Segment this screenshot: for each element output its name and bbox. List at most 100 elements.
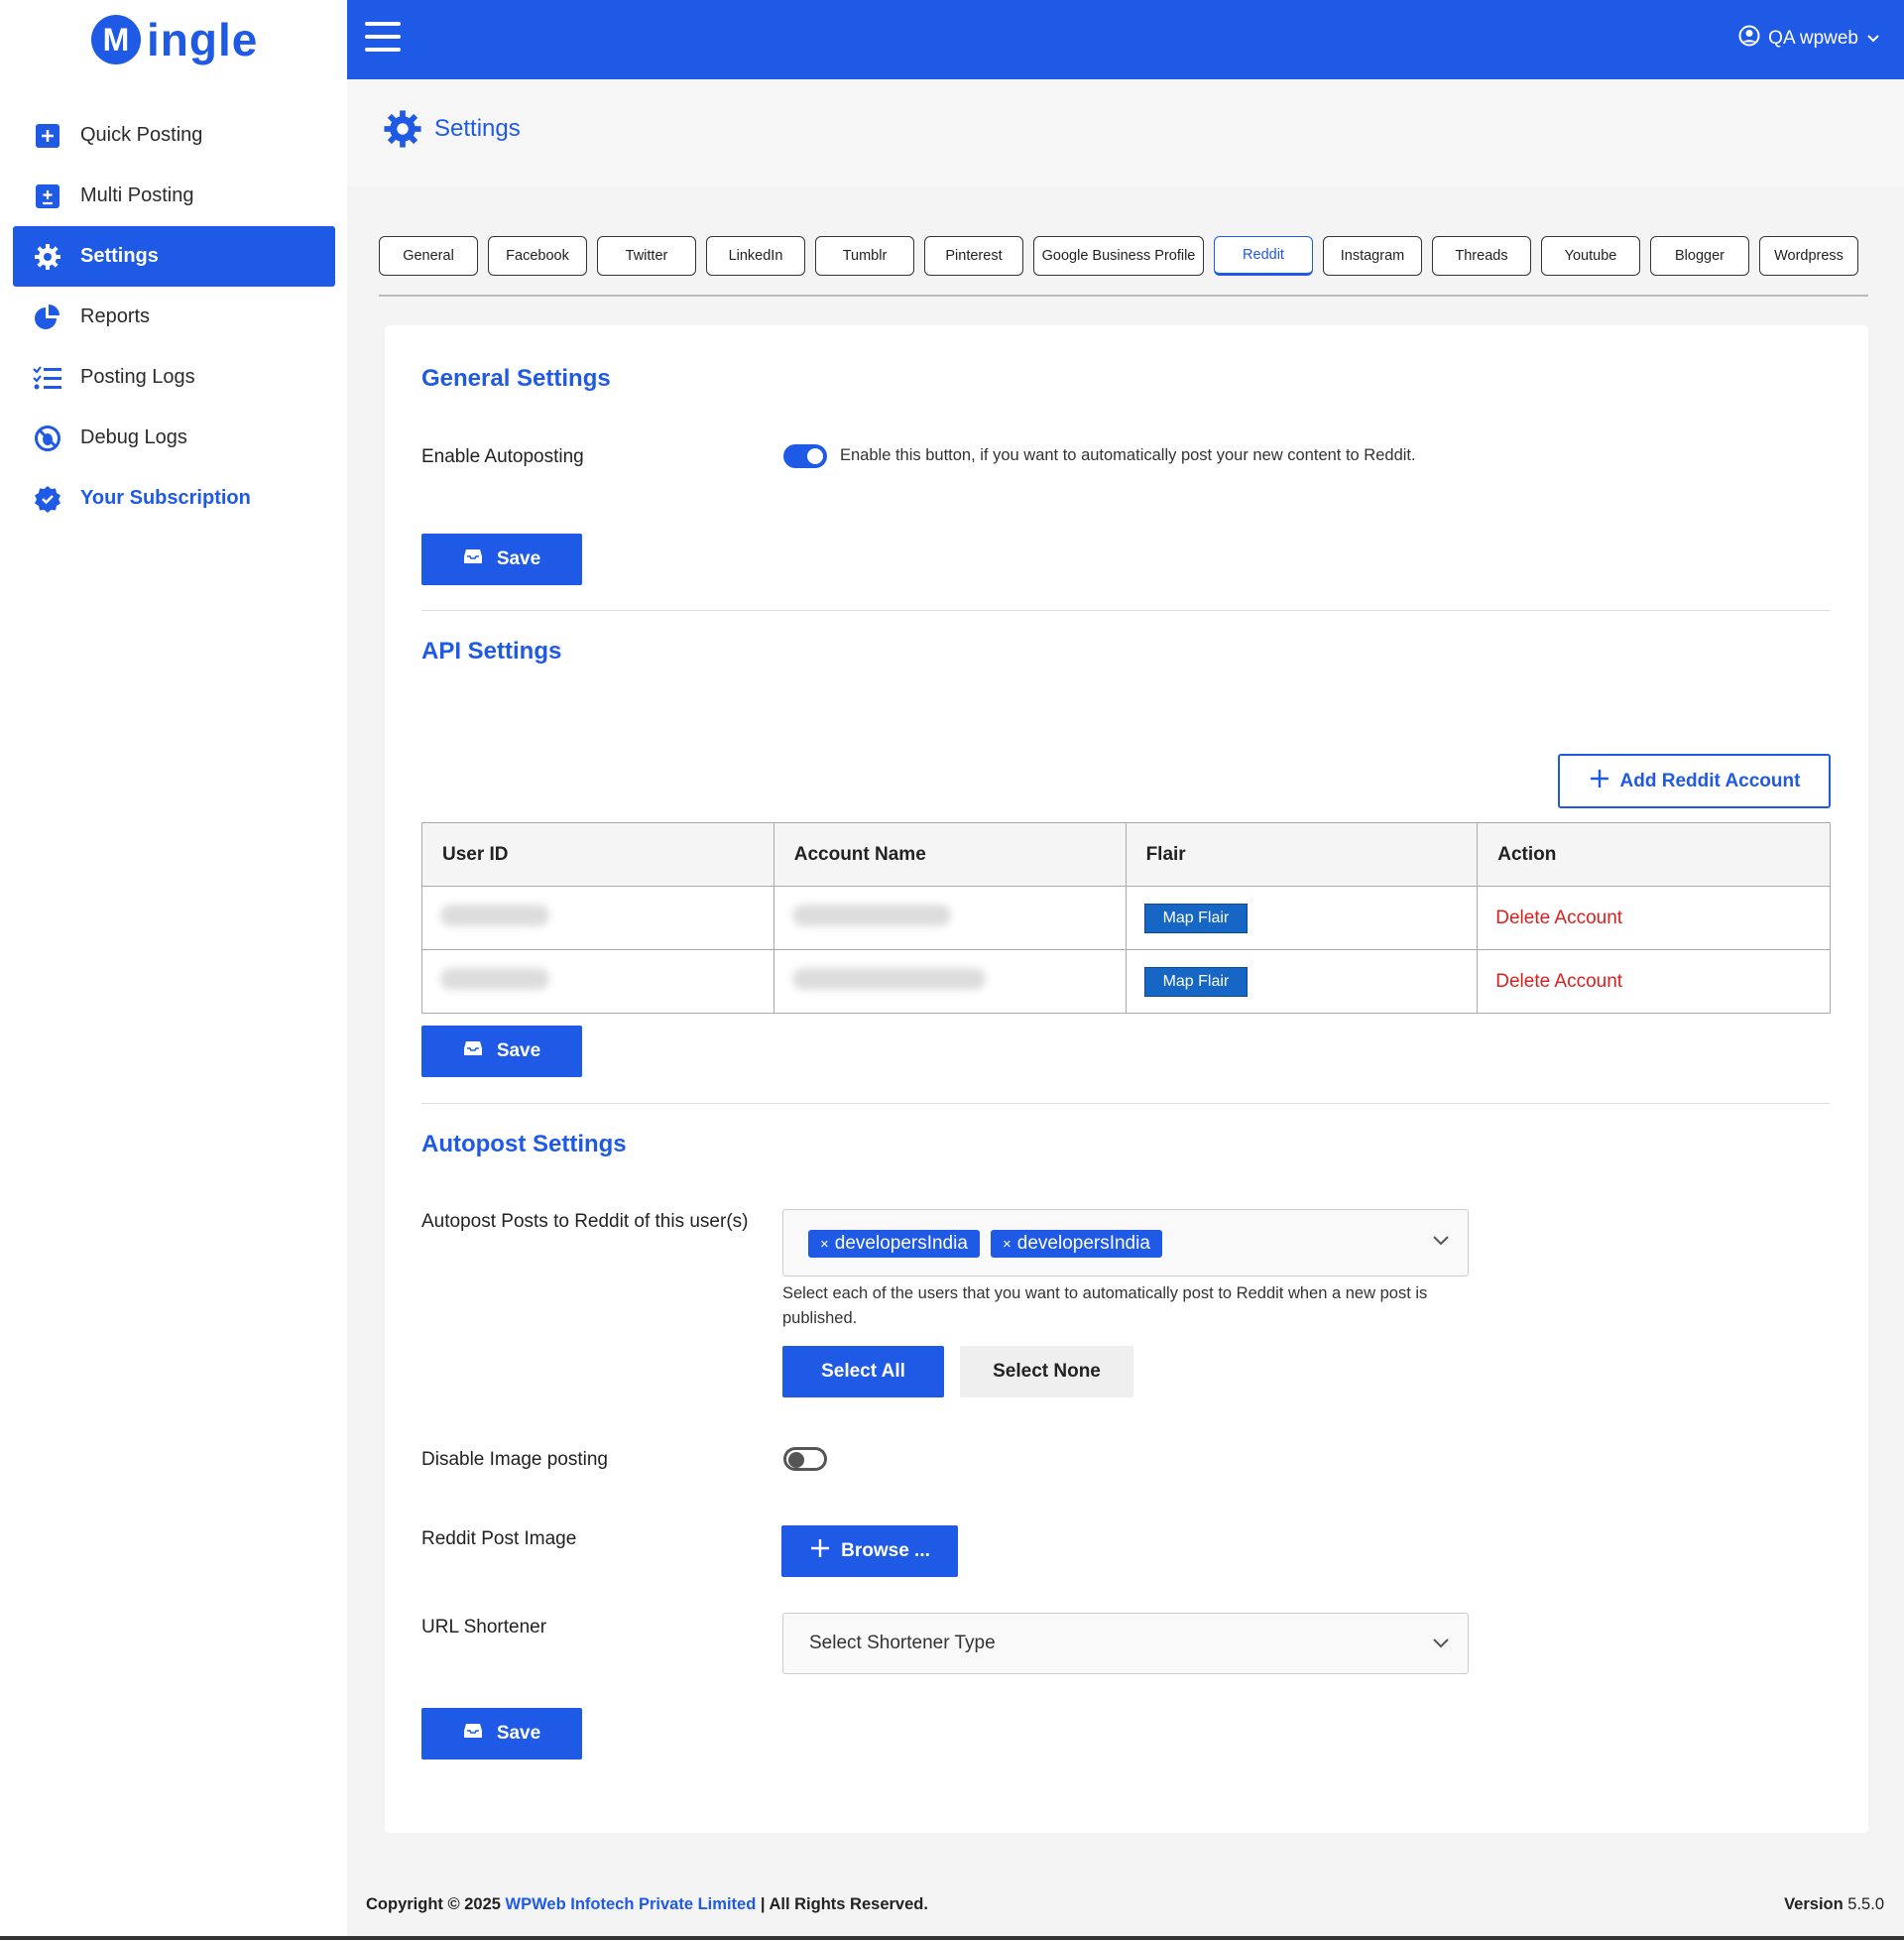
delete-account-link[interactable]: Delete Account	[1495, 971, 1622, 992]
account-name-cell	[773, 949, 1127, 1014]
map-flair-button[interactable]: Map Flair	[1143, 903, 1249, 933]
chevron-down-icon[interactable]	[1432, 1634, 1450, 1655]
flair-cell: Map Flair	[1125, 886, 1479, 950]
list-check-icon	[33, 363, 62, 393]
redacted-value	[440, 967, 549, 990]
user-name: QA wpweb	[1768, 28, 1858, 49]
plus-icon	[809, 1537, 831, 1565]
add-reddit-account-button[interactable]: Add Reddit Account	[1558, 754, 1831, 808]
sidebar-item-label: Quick Posting	[80, 124, 203, 146]
section-divider	[421, 1103, 1830, 1104]
tab-youtube[interactable]: Youtube	[1541, 236, 1640, 276]
remove-chip-icon[interactable]: ×	[820, 1236, 829, 1253]
sidebar-item-debug-logs[interactable]: Debug Logs	[13, 408, 335, 468]
plus-icon	[1589, 768, 1610, 795]
tab-reddit[interactable]: Reddit	[1214, 236, 1313, 276]
tab-general[interactable]: General	[379, 236, 478, 276]
sidebar-item-label: Debug Logs	[80, 426, 187, 448]
sidebar-item-label: Your Subscription	[80, 487, 251, 509]
sidebar-item-label: Reports	[80, 305, 151, 327]
sidebar-item-posting-logs[interactable]: Posting Logs	[13, 347, 335, 408]
network-tabs: General Facebook Twitter LinkedIn Tumblr…	[379, 236, 1858, 276]
footer-version: Version 5.5.0	[1784, 1895, 1884, 1914]
api-save-button[interactable]: Save	[421, 1026, 582, 1077]
logo-text: ingle	[147, 14, 259, 65]
save-tray-icon	[463, 1040, 483, 1062]
enable-autoposting-label: Enable Autoposting	[421, 446, 584, 467]
url-shortener-select[interactable]: Select Shortener Type	[782, 1613, 1469, 1674]
select-placeholder: Select Shortener Type	[809, 1633, 996, 1653]
autopost-users-help: Select each of the users that you want t…	[782, 1281, 1427, 1331]
sidebar-item-subscription[interactable]: Your Subscription	[13, 468, 335, 529]
redacted-value	[440, 904, 549, 926]
tab-tumblr[interactable]: Tumblr	[815, 236, 914, 276]
footer-copyright: Copyright © 2025 WPWeb Infotech Private …	[366, 1895, 928, 1914]
help-line: published.	[782, 1309, 858, 1327]
save-label: Save	[496, 1723, 541, 1744]
tab-twitter[interactable]: Twitter	[597, 236, 696, 276]
select-none-button[interactable]: Select None	[960, 1346, 1133, 1397]
tab-facebook[interactable]: Facebook	[488, 236, 587, 276]
map-flair-button[interactable]: Map Flair	[1143, 966, 1249, 997]
user-circle-icon	[1738, 25, 1760, 53]
accounts-table: User ID Account Name Flair Action Map Fl…	[421, 822, 1831, 1014]
version-number: 5.5.0	[1847, 1895, 1884, 1913]
select-all-button[interactable]: Select All	[782, 1346, 944, 1397]
chevron-down-icon[interactable]	[1432, 1234, 1450, 1252]
autopost-users-select[interactable]: × developersIndia × developersIndia	[782, 1209, 1469, 1276]
flair-cell: Map Flair	[1125, 949, 1479, 1014]
table-row: Map Flair Delete Account	[421, 949, 1831, 1014]
page-header: Settings	[347, 79, 1904, 186]
selected-user-chip[interactable]: × developersIndia	[991, 1230, 1162, 1258]
general-save-button[interactable]: Save	[421, 534, 582, 585]
disable-image-toggle[interactable]	[783, 1447, 827, 1471]
bottom-border	[0, 1936, 1904, 1940]
tabs-divider	[379, 295, 1868, 297]
sidebar-item-settings[interactable]: Settings	[13, 226, 335, 287]
badge-check-icon	[33, 484, 62, 514]
save-label: Save	[496, 1040, 541, 1061]
user-menu[interactable]: QA wpweb	[1738, 25, 1880, 53]
save-tray-icon	[463, 1723, 483, 1745]
hamburger-menu-icon[interactable]	[365, 22, 401, 52]
sidebar-item-quick-posting[interactable]: Quick Posting	[13, 105, 335, 166]
copyright-prefix: Copyright © 2025	[366, 1895, 501, 1913]
sidebar-item-label: Multi Posting	[80, 184, 194, 206]
app-logo[interactable]: M ingle	[91, 10, 258, 69]
chevron-down-icon	[1866, 28, 1880, 50]
add-account-label: Add Reddit Account	[1619, 770, 1801, 791]
enable-autoposting-help: Enable this button, if you want to autom…	[840, 446, 1416, 464]
post-image-label: Reddit Post Image	[421, 1528, 577, 1549]
sidebar: M ingle Quick Posting Multi Posting Sett…	[0, 0, 347, 1940]
tab-wordpress[interactable]: Wordpress	[1759, 236, 1858, 276]
column-header: User ID	[421, 822, 774, 887]
plus-square-icon	[33, 182, 62, 211]
page-title: Settings	[434, 115, 521, 142]
section-divider	[421, 610, 1830, 611]
column-header: Flair	[1125, 822, 1479, 887]
action-cell: Delete Account	[1477, 949, 1831, 1014]
column-header: Action	[1477, 822, 1831, 887]
top-bar: QA wpweb	[347, 0, 1904, 79]
delete-account-link[interactable]: Delete Account	[1495, 908, 1622, 928]
remove-chip-icon[interactable]: ×	[1003, 1236, 1012, 1253]
tab-threads[interactable]: Threads	[1432, 236, 1531, 276]
account-name-cell	[773, 886, 1127, 950]
sidebar-item-reports[interactable]: Reports	[13, 287, 335, 347]
table-row: Map Flair Delete Account	[421, 886, 1831, 950]
tab-pinterest[interactable]: Pinterest	[924, 236, 1023, 276]
tab-google-business-profile[interactable]: Google Business Profile	[1033, 236, 1204, 276]
browse-label: Browse ...	[841, 1540, 930, 1561]
company-link[interactable]: WPWeb Infotech Private Limited	[506, 1895, 757, 1913]
tab-instagram[interactable]: Instagram	[1323, 236, 1422, 276]
save-tray-icon	[463, 548, 483, 570]
save-label: Save	[496, 548, 541, 569]
browse-button[interactable]: Browse ...	[781, 1525, 958, 1577]
tab-blogger[interactable]: Blogger	[1650, 236, 1749, 276]
enable-autoposting-toggle[interactable]	[783, 444, 827, 468]
autopost-save-button[interactable]: Save	[421, 1708, 582, 1759]
tab-linkedin[interactable]: LinkedIn	[706, 236, 805, 276]
sidebar-item-multi-posting[interactable]: Multi Posting	[13, 166, 335, 226]
selected-user-chip[interactable]: × developersIndia	[808, 1230, 980, 1258]
copyright-suffix: | All Rights Reserved.	[760, 1895, 928, 1913]
